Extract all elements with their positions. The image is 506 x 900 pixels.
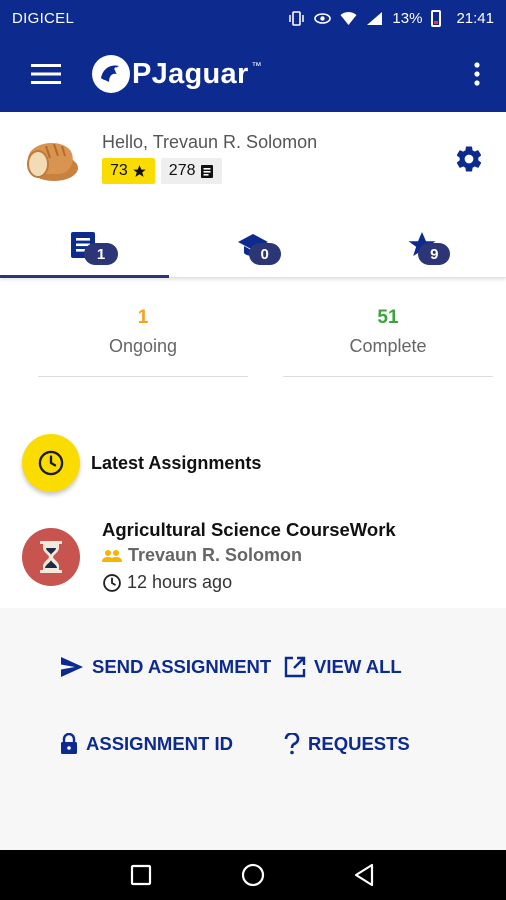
tab-favorites[interactable]: 9 xyxy=(337,222,506,277)
people-icon xyxy=(102,549,122,562)
send-icon xyxy=(61,657,83,677)
send-assignment-label: SEND ASSIGNMENT xyxy=(92,656,272,677)
home-icon[interactable] xyxy=(240,862,266,888)
ongoing-stat[interactable]: 1 Ongoing xyxy=(38,306,248,377)
clock-icon xyxy=(38,450,64,476)
actions-panel: SEND ASSIGNMENT VIEW ALL ASSIGNMENT ID R… xyxy=(0,608,506,850)
help-question-icon xyxy=(284,733,300,755)
more-vertical-icon xyxy=(474,62,480,86)
requests-button[interactable]: REQUESTS xyxy=(284,733,410,755)
assignment-list-item[interactable]: Agricultural Science CourseWork Trevaun … xyxy=(0,512,506,608)
app-logo: PJaguar ™ xyxy=(92,55,262,93)
system-navigation-bar xyxy=(0,850,506,900)
divider xyxy=(283,376,493,377)
assignment-id-label: ASSIGNMENT ID xyxy=(86,733,233,754)
send-assignment-button[interactable]: SEND ASSIGNMENT xyxy=(60,656,271,678)
assignment-id-button[interactable]: ASSIGNMENT ID xyxy=(60,733,233,755)
divider xyxy=(38,376,248,377)
hamburger-menu-icon xyxy=(31,64,61,84)
courses-count-badge: 0 xyxy=(248,243,281,265)
profile-badges: 73 278 xyxy=(102,158,222,184)
assignment-status-avatar xyxy=(22,528,80,586)
eye-icon xyxy=(314,12,332,24)
open-in-new-icon xyxy=(284,656,306,678)
books-count: 278 xyxy=(168,162,196,179)
stars-count: 73 xyxy=(110,162,128,179)
book-icon xyxy=(200,164,213,178)
assignment-stats: 1 Ongoing 51 Complete xyxy=(0,306,506,386)
trademark: ™ xyxy=(251,61,262,72)
time-icon xyxy=(103,573,121,592)
stars-badge: 73 xyxy=(102,158,155,184)
complete-label: Complete xyxy=(349,336,427,356)
lock-icon xyxy=(61,733,77,754)
assignment-author: Trevaun R. Solomon xyxy=(102,545,302,566)
status-icons: 13% 21:41 xyxy=(288,9,494,27)
bread-avatar-icon[interactable] xyxy=(20,128,82,190)
overflow-menu-button[interactable] xyxy=(464,54,490,94)
star-icon xyxy=(133,164,146,177)
clock-button[interactable] xyxy=(22,434,80,492)
favorites-count-badge: 9 xyxy=(418,243,451,265)
menu-button[interactable] xyxy=(0,36,92,112)
tab-courses[interactable]: 0 xyxy=(169,222,338,277)
status-bar: DIGICEL 13% 21:41 xyxy=(0,0,506,36)
latest-assignments-header: Latest Assignments xyxy=(22,434,261,492)
books-badge: 278 xyxy=(160,158,222,184)
complete-stat[interactable]: 51 Complete xyxy=(283,306,493,377)
clock-time: 21:41 xyxy=(456,9,494,27)
assignment-title: Agricultural Science CourseWork xyxy=(102,519,396,540)
settings-gear-icon[interactable] xyxy=(454,144,484,174)
tab-bar: 1 0 9 xyxy=(0,222,506,278)
section-title: Latest Assignments xyxy=(91,452,262,473)
greeting-text: Hello, Trevaun R. Solomon xyxy=(102,132,318,152)
jaguar-logo-icon xyxy=(101,65,119,82)
view-all-button[interactable]: VIEW ALL xyxy=(284,656,402,678)
battery-percent: 13% xyxy=(392,9,423,27)
assignments-count-badge: 1 xyxy=(84,243,118,265)
wifi-icon xyxy=(340,11,357,25)
ongoing-label: Ongoing xyxy=(108,336,178,356)
app-bar: PJaguar ™ xyxy=(0,36,506,112)
view-all-label: VIEW ALL xyxy=(314,656,402,677)
profile-header: Hello, Trevaun R. Solomon 73 278 xyxy=(0,112,506,208)
back-icon[interactable] xyxy=(352,862,378,888)
time-ago: 12 hours ago xyxy=(127,572,233,592)
vibrate-icon xyxy=(289,10,305,26)
battery-icon xyxy=(431,9,442,27)
ongoing-count: 1 xyxy=(137,307,149,328)
recent-apps-icon[interactable] xyxy=(128,862,154,888)
hourglass-icon xyxy=(40,541,62,573)
tab-assignments[interactable]: 1 xyxy=(0,222,169,278)
assignment-time: 12 hours ago xyxy=(102,572,232,593)
signal-icon xyxy=(367,11,383,25)
complete-count: 51 xyxy=(377,307,399,328)
requests-label: REQUESTS xyxy=(308,733,410,754)
logo-emblem xyxy=(92,55,130,93)
author-name: Trevaun R. Solomon xyxy=(128,545,303,565)
logo-text: PJaguar xyxy=(132,57,249,90)
carrier-name: DIGICEL xyxy=(12,9,75,27)
